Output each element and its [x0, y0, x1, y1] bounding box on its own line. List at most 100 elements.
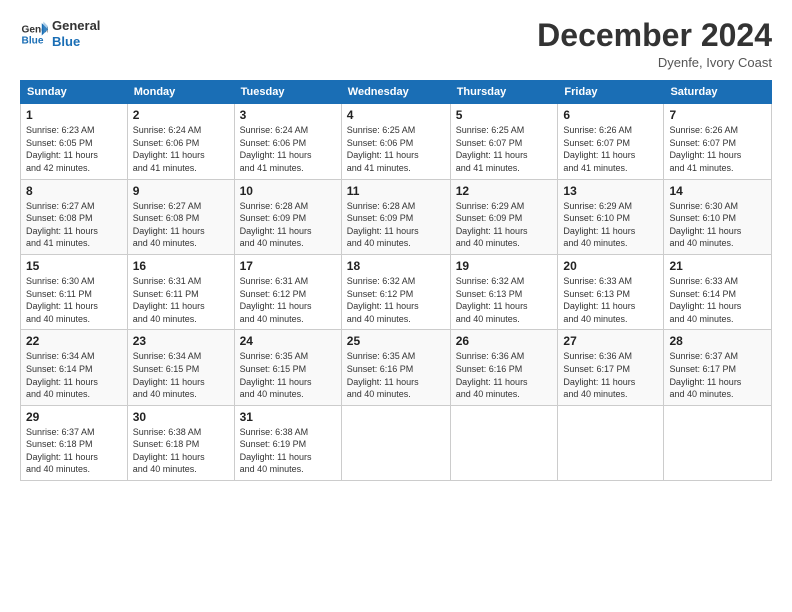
day-number: 29 — [26, 410, 122, 424]
calendar-cell — [558, 405, 664, 480]
calendar-week-1: 1 Sunrise: 6:23 AM Sunset: 6:05 PM Dayli… — [21, 104, 772, 179]
day-number: 24 — [240, 334, 336, 348]
title-block: December 2024 Dyenfe, Ivory Coast — [537, 18, 772, 70]
calendar-cell: 14 Sunrise: 6:30 AM Sunset: 6:10 PM Dayl… — [664, 179, 772, 254]
day-detail: Sunrise: 6:24 AM Sunset: 6:06 PM Dayligh… — [133, 124, 229, 174]
logo-text-general: General — [52, 18, 100, 34]
day-number: 8 — [26, 184, 122, 198]
day-detail: Sunrise: 6:30 AM Sunset: 6:10 PM Dayligh… — [669, 200, 766, 250]
calendar-cell: 30 Sunrise: 6:38 AM Sunset: 6:18 PM Dayl… — [127, 405, 234, 480]
day-detail: Sunrise: 6:36 AM Sunset: 6:16 PM Dayligh… — [456, 350, 553, 400]
day-detail: Sunrise: 6:37 AM Sunset: 6:18 PM Dayligh… — [26, 426, 122, 476]
calendar-cell: 3 Sunrise: 6:24 AM Sunset: 6:06 PM Dayli… — [234, 104, 341, 179]
calendar-header-row: SundayMondayTuesdayWednesdayThursdayFrid… — [21, 81, 772, 104]
calendar-week-5: 29 Sunrise: 6:37 AM Sunset: 6:18 PM Dayl… — [21, 405, 772, 480]
calendar-cell: 19 Sunrise: 6:32 AM Sunset: 6:13 PM Dayl… — [450, 254, 558, 329]
day-number: 5 — [456, 108, 553, 122]
day-number: 4 — [347, 108, 445, 122]
day-number: 30 — [133, 410, 229, 424]
day-number: 22 — [26, 334, 122, 348]
day-number: 20 — [563, 259, 658, 273]
day-number: 25 — [347, 334, 445, 348]
calendar-cell: 31 Sunrise: 6:38 AM Sunset: 6:19 PM Dayl… — [234, 405, 341, 480]
calendar-cell: 5 Sunrise: 6:25 AM Sunset: 6:07 PM Dayli… — [450, 104, 558, 179]
day-number: 16 — [133, 259, 229, 273]
calendar-week-3: 15 Sunrise: 6:30 AM Sunset: 6:11 PM Dayl… — [21, 254, 772, 329]
svg-text:Blue: Blue — [22, 35, 44, 46]
day-detail: Sunrise: 6:32 AM Sunset: 6:13 PM Dayligh… — [456, 275, 553, 325]
calendar-cell: 18 Sunrise: 6:32 AM Sunset: 6:12 PM Dayl… — [341, 254, 450, 329]
day-number: 27 — [563, 334, 658, 348]
logo-icon: General Blue — [20, 20, 48, 48]
location: Dyenfe, Ivory Coast — [537, 55, 772, 70]
calendar-cell: 16 Sunrise: 6:31 AM Sunset: 6:11 PM Dayl… — [127, 254, 234, 329]
day-detail: Sunrise: 6:26 AM Sunset: 6:07 PM Dayligh… — [669, 124, 766, 174]
day-detail: Sunrise: 6:25 AM Sunset: 6:07 PM Dayligh… — [456, 124, 553, 174]
day-number: 6 — [563, 108, 658, 122]
calendar-cell: 28 Sunrise: 6:37 AM Sunset: 6:17 PM Dayl… — [664, 330, 772, 405]
day-number: 17 — [240, 259, 336, 273]
day-header-sunday: Sunday — [21, 81, 128, 104]
day-detail: Sunrise: 6:23 AM Sunset: 6:05 PM Dayligh… — [26, 124, 122, 174]
day-detail: Sunrise: 6:30 AM Sunset: 6:11 PM Dayligh… — [26, 275, 122, 325]
page: General Blue General Blue December 2024 … — [0, 0, 792, 612]
day-number: 9 — [133, 184, 229, 198]
logo-text-blue: Blue — [52, 34, 100, 50]
day-detail: Sunrise: 6:35 AM Sunset: 6:16 PM Dayligh… — [347, 350, 445, 400]
day-header-saturday: Saturday — [664, 81, 772, 104]
day-number: 28 — [669, 334, 766, 348]
day-detail: Sunrise: 6:34 AM Sunset: 6:15 PM Dayligh… — [133, 350, 229, 400]
day-detail: Sunrise: 6:36 AM Sunset: 6:17 PM Dayligh… — [563, 350, 658, 400]
day-detail: Sunrise: 6:35 AM Sunset: 6:15 PM Dayligh… — [240, 350, 336, 400]
day-number: 18 — [347, 259, 445, 273]
calendar-cell: 15 Sunrise: 6:30 AM Sunset: 6:11 PM Dayl… — [21, 254, 128, 329]
day-detail: Sunrise: 6:34 AM Sunset: 6:14 PM Dayligh… — [26, 350, 122, 400]
calendar-cell: 20 Sunrise: 6:33 AM Sunset: 6:13 PM Dayl… — [558, 254, 664, 329]
day-number: 15 — [26, 259, 122, 273]
day-detail: Sunrise: 6:38 AM Sunset: 6:19 PM Dayligh… — [240, 426, 336, 476]
day-detail: Sunrise: 6:29 AM Sunset: 6:09 PM Dayligh… — [456, 200, 553, 250]
day-header-wednesday: Wednesday — [341, 81, 450, 104]
calendar-cell: 6 Sunrise: 6:26 AM Sunset: 6:07 PM Dayli… — [558, 104, 664, 179]
day-number: 26 — [456, 334, 553, 348]
calendar-body: 1 Sunrise: 6:23 AM Sunset: 6:05 PM Dayli… — [21, 104, 772, 481]
calendar-cell: 10 Sunrise: 6:28 AM Sunset: 6:09 PM Dayl… — [234, 179, 341, 254]
calendar-cell — [341, 405, 450, 480]
calendar-cell: 26 Sunrise: 6:36 AM Sunset: 6:16 PM Dayl… — [450, 330, 558, 405]
day-number: 7 — [669, 108, 766, 122]
day-detail: Sunrise: 6:28 AM Sunset: 6:09 PM Dayligh… — [240, 200, 336, 250]
day-detail: Sunrise: 6:32 AM Sunset: 6:12 PM Dayligh… — [347, 275, 445, 325]
day-number: 10 — [240, 184, 336, 198]
calendar-cell: 27 Sunrise: 6:36 AM Sunset: 6:17 PM Dayl… — [558, 330, 664, 405]
calendar-cell: 12 Sunrise: 6:29 AM Sunset: 6:09 PM Dayl… — [450, 179, 558, 254]
calendar: SundayMondayTuesdayWednesdayThursdayFrid… — [20, 80, 772, 481]
day-number: 11 — [347, 184, 445, 198]
day-detail: Sunrise: 6:37 AM Sunset: 6:17 PM Dayligh… — [669, 350, 766, 400]
day-detail: Sunrise: 6:27 AM Sunset: 6:08 PM Dayligh… — [26, 200, 122, 250]
day-header-tuesday: Tuesday — [234, 81, 341, 104]
day-number: 12 — [456, 184, 553, 198]
calendar-cell: 2 Sunrise: 6:24 AM Sunset: 6:06 PM Dayli… — [127, 104, 234, 179]
calendar-cell: 22 Sunrise: 6:34 AM Sunset: 6:14 PM Dayl… — [21, 330, 128, 405]
day-detail: Sunrise: 6:24 AM Sunset: 6:06 PM Dayligh… — [240, 124, 336, 174]
calendar-cell: 11 Sunrise: 6:28 AM Sunset: 6:09 PM Dayl… — [341, 179, 450, 254]
logo: General Blue General Blue — [20, 18, 100, 49]
header: General Blue General Blue December 2024 … — [20, 18, 772, 70]
calendar-cell — [664, 405, 772, 480]
calendar-cell: 17 Sunrise: 6:31 AM Sunset: 6:12 PM Dayl… — [234, 254, 341, 329]
day-number: 2 — [133, 108, 229, 122]
calendar-week-2: 8 Sunrise: 6:27 AM Sunset: 6:08 PM Dayli… — [21, 179, 772, 254]
calendar-cell: 23 Sunrise: 6:34 AM Sunset: 6:15 PM Dayl… — [127, 330, 234, 405]
day-detail: Sunrise: 6:28 AM Sunset: 6:09 PM Dayligh… — [347, 200, 445, 250]
calendar-cell: 8 Sunrise: 6:27 AM Sunset: 6:08 PM Dayli… — [21, 179, 128, 254]
day-number: 21 — [669, 259, 766, 273]
day-detail: Sunrise: 6:27 AM Sunset: 6:08 PM Dayligh… — [133, 200, 229, 250]
day-detail: Sunrise: 6:38 AM Sunset: 6:18 PM Dayligh… — [133, 426, 229, 476]
day-header-friday: Friday — [558, 81, 664, 104]
day-number: 3 — [240, 108, 336, 122]
calendar-cell: 21 Sunrise: 6:33 AM Sunset: 6:14 PM Dayl… — [664, 254, 772, 329]
day-detail: Sunrise: 6:29 AM Sunset: 6:10 PM Dayligh… — [563, 200, 658, 250]
day-number: 23 — [133, 334, 229, 348]
day-header-monday: Monday — [127, 81, 234, 104]
day-detail: Sunrise: 6:25 AM Sunset: 6:06 PM Dayligh… — [347, 124, 445, 174]
